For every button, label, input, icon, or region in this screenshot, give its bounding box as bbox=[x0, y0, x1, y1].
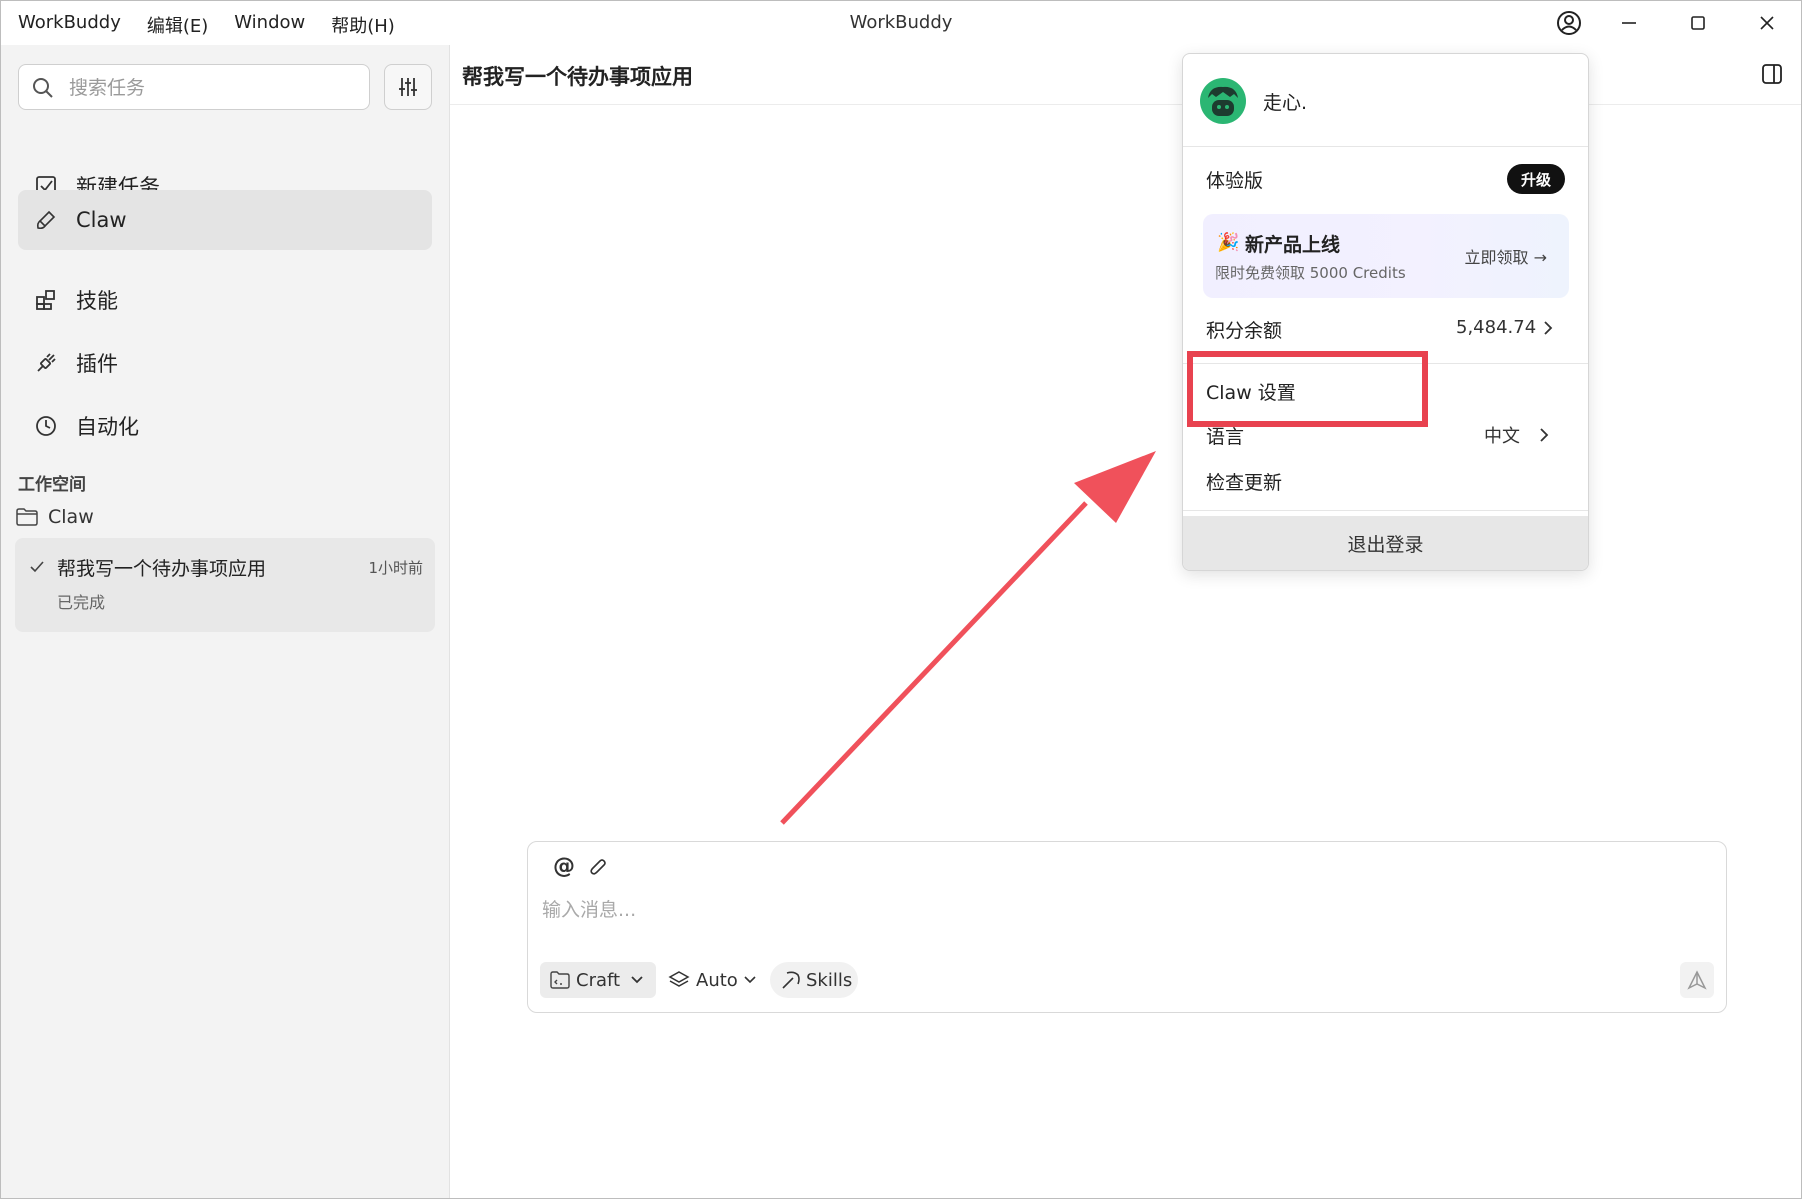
annotation-arrow bbox=[780, 451, 1156, 825]
app-window: WorkBuddy 编辑(E) Window 帮助(H) WorkBuddy 搜… bbox=[0, 0, 1802, 1199]
